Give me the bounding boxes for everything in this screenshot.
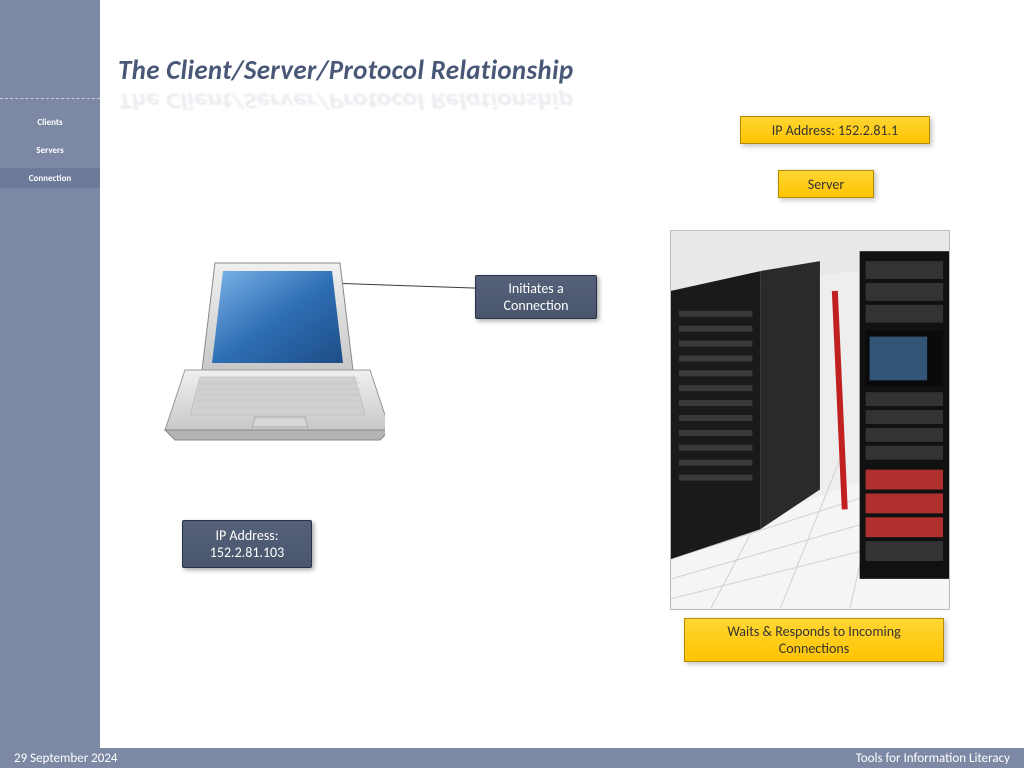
server-room-illustration (670, 230, 950, 610)
initiates-connection-box: Initiates a Connection (475, 275, 597, 319)
sidebar-divider (0, 98, 100, 99)
nav-item-connection[interactable]: Connection (0, 168, 100, 188)
footer-right: Tools for Information Literacy (856, 751, 1010, 766)
nav-item-clients[interactable]: Clients (0, 112, 100, 132)
nav-item-servers[interactable]: Servers (0, 140, 100, 160)
slide-title: The Client/Server/Protocol Relationship (118, 54, 573, 87)
server-ip-box: IP Address: 152.2.81.1 (740, 116, 930, 144)
laptop-illustration (155, 255, 385, 465)
client-ip-box: IP Address: 152.2.81.103 (182, 520, 312, 568)
slide-content: The Client/Server/Protocol Relationship … (100, 0, 1024, 748)
server-waits-box: Waits & Responds to Incoming Connections (684, 618, 944, 662)
footer: 29 September 2024 Tools for Information … (0, 748, 1024, 768)
footer-date: 29 September 2024 (14, 751, 118, 766)
slide-title-reflection: The Client/Server/Protocol Relationship (118, 86, 573, 114)
server-label-box: Server (778, 170, 874, 198)
sidebar: Clients Servers Connection (0, 0, 100, 748)
